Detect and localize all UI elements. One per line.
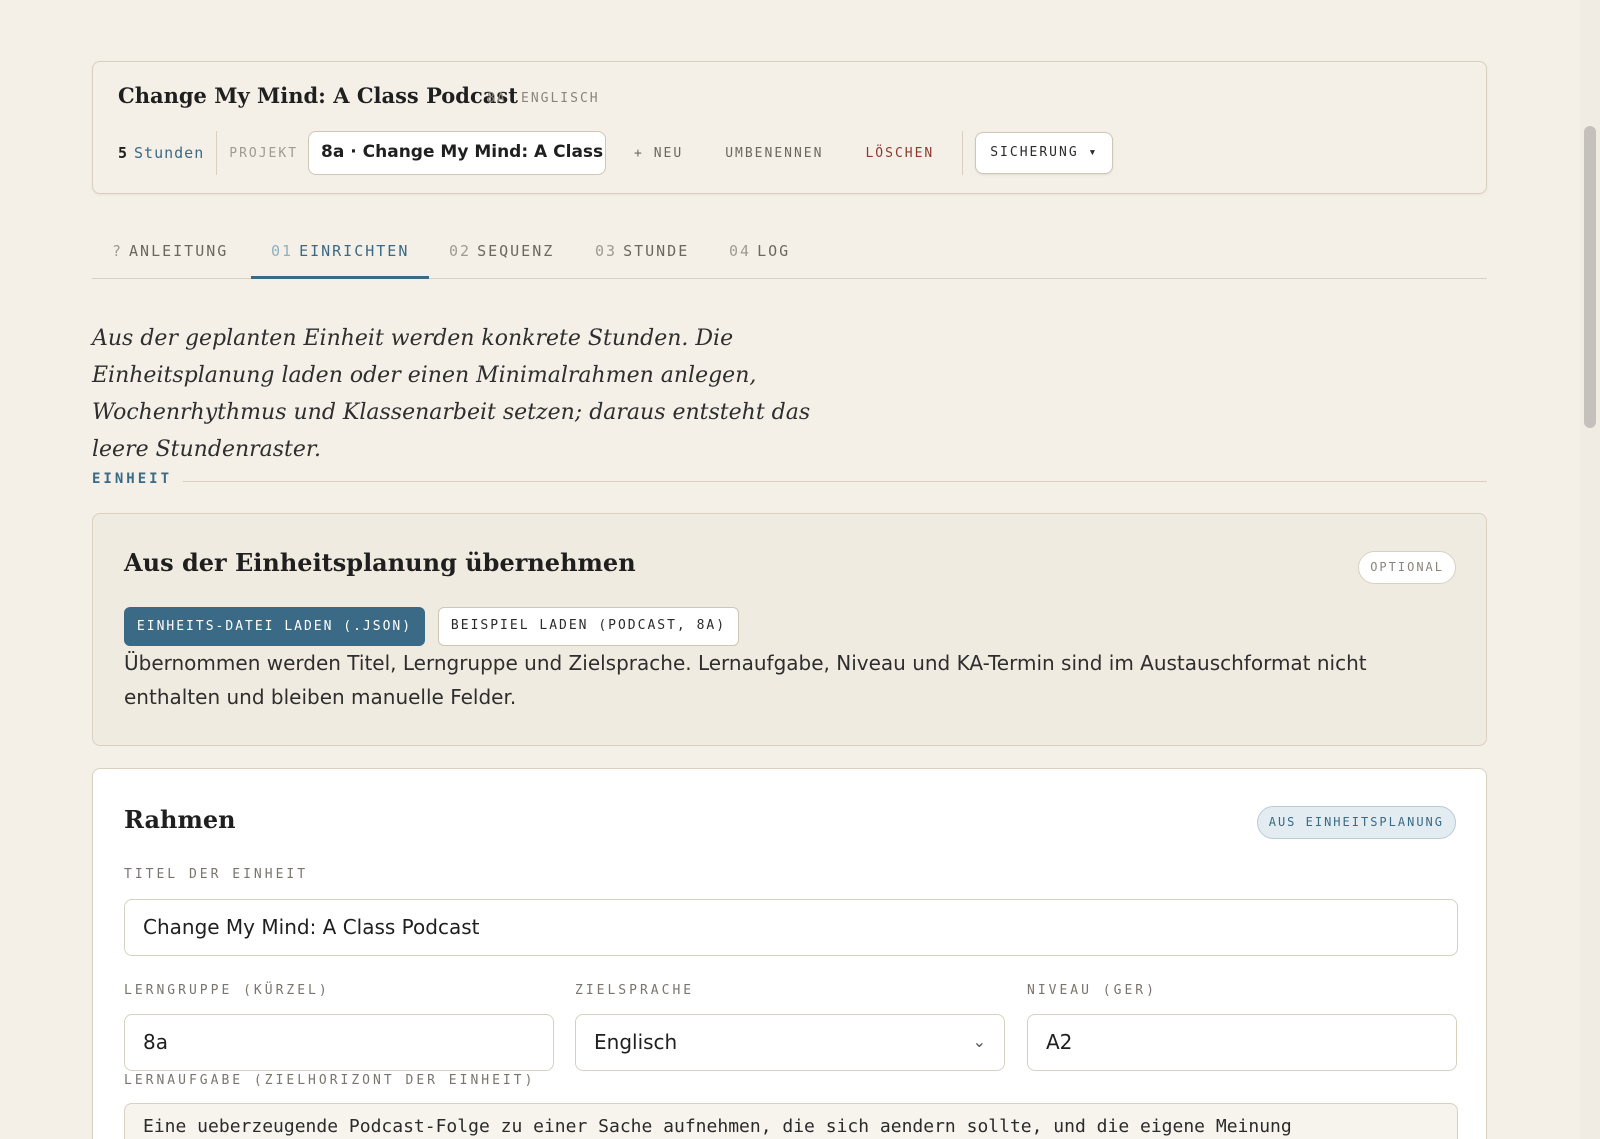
unit-title-input[interactable]: Change My Mind: A Class Podcast: [124, 899, 1458, 956]
chevron-down-icon: ⌄: [972, 1032, 986, 1051]
from-unit-planning-badge: AUS EINHEITSPLANUNG: [1256, 806, 1456, 839]
hours-count: 5 Stunden: [118, 144, 204, 162]
backup-dropdown-button[interactable]: SICHERUNG ▾: [975, 132, 1114, 174]
language-select[interactable]: Englisch ⌄: [575, 1014, 1005, 1071]
language-label: ZIELSPRACHE: [575, 983, 695, 998]
load-unit-file-button[interactable]: EINHEITS-DATEI LADEN (.JSON): [124, 607, 425, 646]
tab-log[interactable]: 04 LOG: [709, 242, 810, 279]
tab-number: ?: [112, 242, 124, 260]
tab-einrichten[interactable]: 01 EINRICHTEN: [251, 242, 430, 279]
delete-project-button[interactable]: LÖSCHEN: [865, 146, 934, 161]
project-label: PROJEKT: [229, 145, 299, 161]
tab-sequenz[interactable]: 02 SEQUENZ: [429, 242, 574, 279]
project-header: Change My Mind: A Class Podcast 8A ENGLI…: [92, 61, 1487, 194]
unit-title-label: TITEL DER EINHEIT: [124, 867, 309, 882]
frame-card: Rahmen AUS EINHEITSPLANUNG TITEL DER EIN…: [92, 768, 1487, 1139]
intro-text: Aus der geplanten Einheit werden konkret…: [92, 326, 811, 462]
tab-label: LOG: [757, 242, 791, 260]
task-label: LERNAUFGABE (ZIELHORIZONT DER EINHEIT): [124, 1073, 536, 1088]
task-textarea[interactable]: Eine ueberzeugende Podcast-Folge zu eine…: [124, 1103, 1458, 1139]
tab-label: EINRICHTEN: [299, 242, 410, 260]
page-scrollbar[interactable]: [1580, 0, 1600, 1139]
scrollbar-thumb[interactable]: [1584, 126, 1596, 428]
class-tag: 8A: [487, 91, 507, 106]
divider: [962, 131, 964, 175]
group-input[interactable]: 8a: [124, 1014, 554, 1071]
tab-anleitung[interactable]: ? ANLEITUNG: [92, 242, 248, 279]
tab-label: STUNDE: [623, 242, 690, 260]
new-project-button[interactable]: + NEU: [634, 146, 683, 161]
tab-label: SEQUENZ: [477, 242, 555, 260]
tab-number: 04: [729, 242, 752, 260]
rename-project-button[interactable]: UMBENENNEN: [725, 146, 823, 161]
import-note: Übernommen werden Titel, Lerngruppe und …: [124, 651, 1367, 709]
tab-label: ANLEITUNG: [129, 242, 229, 260]
project-toolbar: 5 Stunden PROJEKT 8a · Change My Mind: A …: [118, 131, 1114, 175]
tab-number: 03: [595, 242, 618, 260]
section-divider: [183, 481, 1487, 482]
hours-label: Stunden: [134, 144, 205, 162]
frame-card-title: Rahmen: [124, 805, 236, 834]
project-title: Change My Mind: A Class Podcast: [118, 83, 518, 108]
import-card-title: Aus der Einheitsplanung übernehmen: [124, 548, 636, 577]
tab-bar: ? ANLEITUNG 01 EINRICHTEN 02 SEQUENZ 03 STUN…: [92, 235, 1487, 279]
language-select-value: Englisch: [594, 1030, 678, 1054]
section-label: EINHEIT: [92, 471, 173, 487]
project-select[interactable]: 8a · Change My Mind: A Class Podcast: [308, 131, 607, 175]
tab-number: 02: [449, 242, 472, 260]
group-label: LERNGRUPPE (KÜRZEL): [124, 983, 330, 998]
tab-number: 01: [271, 242, 294, 260]
optional-badge: OPTIONAL: [1358, 551, 1456, 584]
hours-number: 5: [118, 144, 129, 162]
import-card: Aus der Einheitsplanung übernehmen OPTIO…: [92, 513, 1487, 746]
level-input[interactable]: A2: [1027, 1014, 1457, 1071]
divider: [216, 131, 218, 175]
tab-stunde[interactable]: 03 STUNDE: [575, 242, 709, 279]
load-example-button[interactable]: BEISPIEL LADEN (PODCAST, 8A): [438, 607, 739, 646]
language-tag: ENGLISCH: [521, 91, 600, 106]
level-label: NIVEAU (GER): [1027, 983, 1157, 998]
